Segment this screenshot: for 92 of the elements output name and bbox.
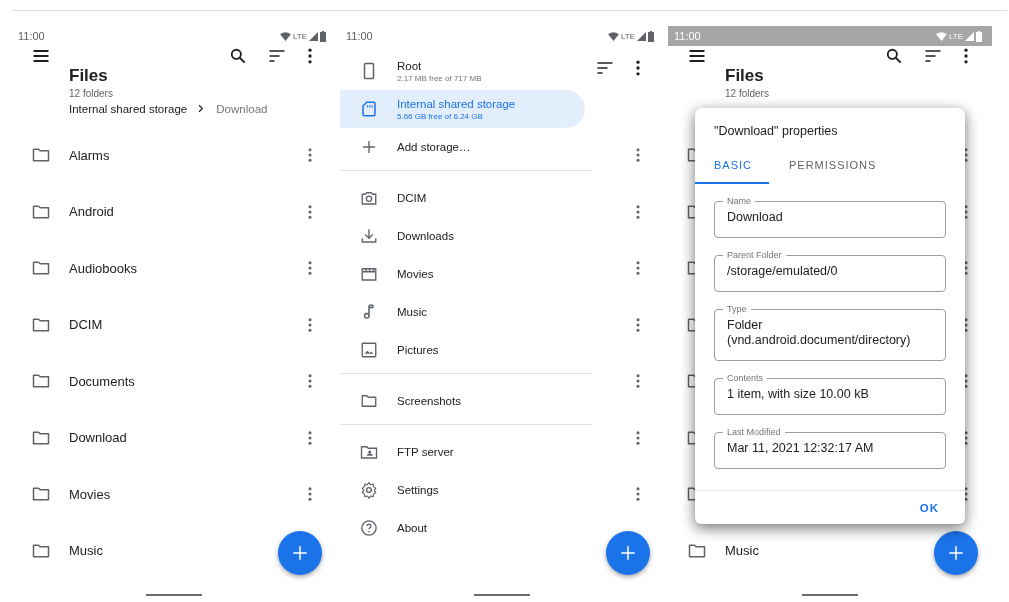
drawer-item[interactable]: Settings — [340, 471, 585, 509]
breadcrumb-item[interactable]: Internal shared storage — [69, 102, 188, 115]
text-field[interactable]: Last Modified Mar 11, 2021 12:32:17 AM — [714, 427, 946, 469]
drawer-item-label: Screenshots — [397, 395, 462, 407]
drawer-item[interactable]: Movies — [340, 255, 585, 293]
text-field[interactable]: Type Folder (vnd.android.document/directory) — [714, 304, 946, 361]
drawer-item[interactable]: Add storage… — [340, 128, 585, 166]
folder-icon — [359, 392, 378, 410]
add-button[interactable] — [934, 531, 978, 575]
field-value: Mar 11, 2021 12:32:17 AM — [727, 441, 875, 456]
field-label: Name — [726, 196, 752, 206]
field-value: Download — [727, 210, 784, 225]
folder-count: 12 folders — [725, 88, 770, 99]
network-type: LTE — [948, 31, 963, 41]
wifi-icon — [607, 31, 619, 41]
app-title: Files — [69, 66, 109, 86]
status-time: 11:00 — [345, 29, 374, 44]
drawer-item-label: About — [397, 522, 429, 534]
signal-icon — [965, 31, 974, 41]
field-value: /storage/emulated/0 — [727, 264, 839, 279]
drawer-item[interactable]: FTP server — [340, 433, 585, 471]
drawer-item-label: Pictures — [397, 344, 440, 356]
drawer-item-label: Downloads — [397, 230, 455, 242]
breadcrumb-item[interactable]: Download — [216, 102, 268, 115]
drawer-item[interactable]: Screenshots — [340, 382, 585, 420]
camera-icon — [359, 189, 378, 207]
plus-icon — [946, 543, 966, 563]
folder-name[interactable]: Documents — [69, 373, 135, 389]
folder-name[interactable]: Music — [725, 543, 759, 559]
folder-count: 12 folders — [69, 88, 114, 99]
tab[interactable]: PERMISSIONS — [769, 148, 887, 184]
clapperboard-icon — [359, 265, 378, 283]
app-title: Files — [725, 66, 765, 86]
drawer-item-label: FTP server — [397, 446, 455, 458]
drawer-item-label: Music — [397, 306, 429, 318]
network-type: LTE — [292, 31, 307, 41]
battery-icon — [320, 30, 326, 42]
search-icon[interactable] — [884, 46, 904, 66]
text-field[interactable]: Contents 1 item, with size 10.00 kB — [714, 373, 946, 415]
network-type: LTE — [620, 31, 635, 41]
folder-name[interactable]: Movies — [69, 486, 111, 502]
sd-card-icon — [359, 100, 378, 118]
field-label: Last Modified — [726, 427, 782, 437]
text-field[interactable]: Name Download — [714, 196, 946, 238]
drawer-item-label: DCIM — [397, 192, 428, 204]
drawer-item[interactable]: About — [340, 509, 585, 547]
drawer-item[interactable]: Downloads — [340, 217, 585, 255]
signal-icon — [309, 31, 318, 41]
field-value: 1 item, with size 10.00 kB — [727, 387, 870, 402]
battery-icon — [976, 30, 982, 42]
text-field[interactable]: Parent Folder /storage/emulated/0 — [714, 250, 946, 292]
drawer-item[interactable]: Internal shared storage 5.66 GB free of 6.24 GB — [340, 90, 585, 128]
drawer-item-label: Movies — [397, 268, 435, 280]
storage-detail: 5.66 GB free of 6.24 GB — [397, 111, 484, 121]
drawer-item-label: Internal shared storage — [397, 97, 517, 110]
folder-name[interactable]: Music — [69, 543, 103, 559]
tab[interactable]: BASIC — [695, 148, 769, 184]
folder-name[interactable]: DCIM — [69, 317, 103, 333]
dialog-title: "Download" properties — [713, 123, 839, 140]
download-icon — [359, 227, 378, 245]
field-label: Parent Folder — [726, 250, 783, 260]
add-button[interactable] — [278, 531, 322, 575]
wifi-icon — [935, 31, 947, 41]
settings-icon — [359, 481, 378, 499]
status-time: 11:00 — [674, 30, 701, 42]
add-button[interactable] — [606, 531, 650, 575]
folder-name[interactable]: Download — [69, 430, 127, 446]
signal-icon — [637, 31, 646, 41]
drawer-item[interactable]: Root 2.17 MB free of 717 MB — [340, 52, 585, 90]
field-label: Type — [726, 304, 748, 314]
ok-button[interactable]: OK — [915, 495, 943, 520]
folder-person-icon — [359, 443, 378, 461]
help-icon — [359, 519, 378, 537]
drawer-item-label: Settings — [397, 484, 440, 496]
search-icon[interactable] — [228, 46, 248, 66]
drawer-item[interactable]: Pictures — [340, 331, 585, 369]
folder-name[interactable]: Alarms — [69, 147, 110, 163]
folder-name[interactable]: Audiobooks — [69, 260, 137, 276]
drawer-item-label: Add storage… — [397, 141, 472, 153]
field-label: Contents — [726, 373, 765, 383]
plus-icon — [618, 543, 638, 563]
field-value: Folder (vnd.android.document/directory) — [727, 318, 912, 348]
status-time: 11:00 — [18, 30, 45, 42]
drawer-item[interactable]: DCIM — [340, 179, 585, 217]
plus-icon — [290, 543, 310, 563]
image-icon — [359, 341, 378, 359]
storage-detail: 2.17 MB free of 717 MB — [397, 73, 483, 83]
drawer-item[interactable]: Music — [340, 293, 585, 331]
wifi-icon — [279, 31, 291, 41]
folder-name[interactable]: Android — [69, 204, 114, 220]
drawer-item-label: Root — [397, 59, 423, 72]
battery-icon — [648, 30, 654, 42]
